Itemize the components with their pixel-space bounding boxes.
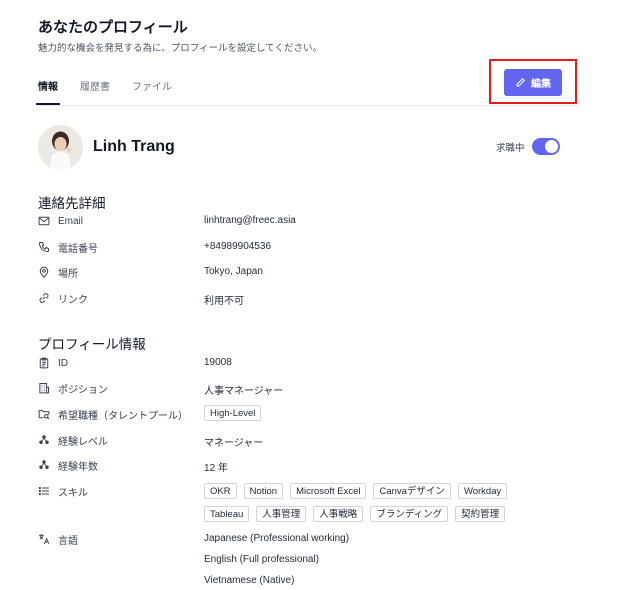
skills-label: スキル [58, 487, 88, 499]
profile-tabs: 情報 履歴書 ファイル [36, 72, 194, 105]
location-label: 場所 [58, 268, 78, 280]
skill-tag: Microsoft Excel [290, 483, 367, 499]
job-seeking-toggle[interactable] [532, 138, 560, 155]
desired-job-tags: High-Level [204, 405, 544, 428]
clipboard-icon [38, 357, 50, 369]
language-item: English (Full professional) [204, 554, 320, 565]
edit-button-label: 編集 [531, 79, 551, 90]
desired-job-label: 希望職種（タレントプール） [58, 410, 188, 422]
folder-search-icon [38, 408, 50, 420]
avatar-photo [38, 125, 83, 170]
location-value: Tokyo, Japan [204, 266, 263, 277]
page-subtitle: 魅力的な機会を発見する為に、プロフィールを設定してください。 [38, 43, 322, 54]
profile-row-languages: 言語 [38, 531, 78, 547]
skill-tag: Workday [457, 483, 508, 499]
experience-years-label: 経験年数 [58, 461, 98, 473]
desired-job-tag: High-Level [204, 405, 262, 421]
profile-row-id: ID [38, 355, 68, 371]
language-item: Vietnamese (Native) [204, 575, 295, 586]
contact-row-phone: 電話番号 [38, 239, 98, 255]
hierarchy-icon [38, 434, 50, 446]
phone-value: +84989904536 [204, 241, 272, 252]
link-value: 利用不可 [204, 296, 244, 307]
contact-row-link: リンク [38, 290, 88, 306]
skill-tag: 契約管理 [455, 506, 506, 522]
building-icon [38, 382, 50, 394]
profile-row-position: ポジション [38, 380, 108, 396]
skill-tag: 人事戦略 [313, 506, 364, 522]
tab-info[interactable]: 情報 [36, 72, 60, 105]
profile-row-skills: スキル [38, 483, 88, 499]
user-name: Linh Trang [93, 138, 175, 155]
mail-icon [38, 215, 50, 227]
id-label: ID [58, 357, 68, 369]
pencil-icon [516, 77, 526, 87]
phone-label: 電話番号 [58, 243, 98, 255]
profile-row-desired-job: 希望職種（タレントプール） [38, 406, 188, 422]
email-label: Email [58, 215, 84, 227]
id-value: 19008 [204, 357, 232, 368]
position-value: 人事マネージャー [204, 386, 284, 397]
language-item: Japanese (Professional working) [204, 533, 350, 544]
edit-button[interactable]: 編集 [504, 69, 562, 96]
experience-level-label: 経験レベル [58, 436, 108, 448]
translate-icon [38, 533, 50, 545]
profile-page: あなたのプロフィール 魅力的な機会を発見する為に、プロフィールを設定してください… [0, 0, 643, 590]
skill-tag: ブランディング [370, 506, 449, 522]
phone-icon [38, 241, 50, 253]
location-pin-icon [38, 266, 50, 278]
list-icon [38, 485, 50, 497]
email-value: linhtrang@freec.asia [204, 215, 296, 226]
skill-tag: Canvaデザイン [373, 483, 451, 499]
experience-years-value: 12 年 [204, 463, 228, 474]
skill-tag: 人事管理 [256, 506, 307, 522]
contact-section-title: 連絡先詳細 [38, 196, 106, 211]
skills-tags: OKR Notion Microsoft Excel Canvaデザイン Wor… [204, 483, 544, 529]
skill-tag: Tableau [204, 506, 250, 522]
languages-label: 言語 [58, 535, 78, 547]
skill-tag: OKR [204, 483, 237, 499]
contact-row-email: Email [38, 213, 83, 229]
profile-section-title: プロフィール情報 [38, 337, 146, 352]
tab-resume[interactable]: 履歴書 [80, 72, 110, 105]
page-title: あなたのプロフィール [38, 19, 188, 36]
position-label: ポジション [58, 384, 108, 396]
link-icon [38, 292, 50, 304]
profile-row-experience-years: 経験年数 [38, 457, 98, 473]
avatar[interactable] [38, 125, 83, 170]
tab-divider [38, 105, 580, 106]
toggle-knob [545, 140, 558, 153]
tab-files[interactable]: ファイル [132, 72, 172, 105]
skill-tag: Notion [243, 483, 284, 499]
hierarchy-icon [38, 459, 50, 471]
job-seeking-label: 求職中 [496, 143, 525, 154]
experience-level-value: マネージャー [204, 438, 264, 449]
contact-row-location: 場所 [38, 264, 78, 280]
profile-row-experience-level: 経験レベル [38, 432, 108, 448]
link-label: リンク [58, 294, 88, 306]
